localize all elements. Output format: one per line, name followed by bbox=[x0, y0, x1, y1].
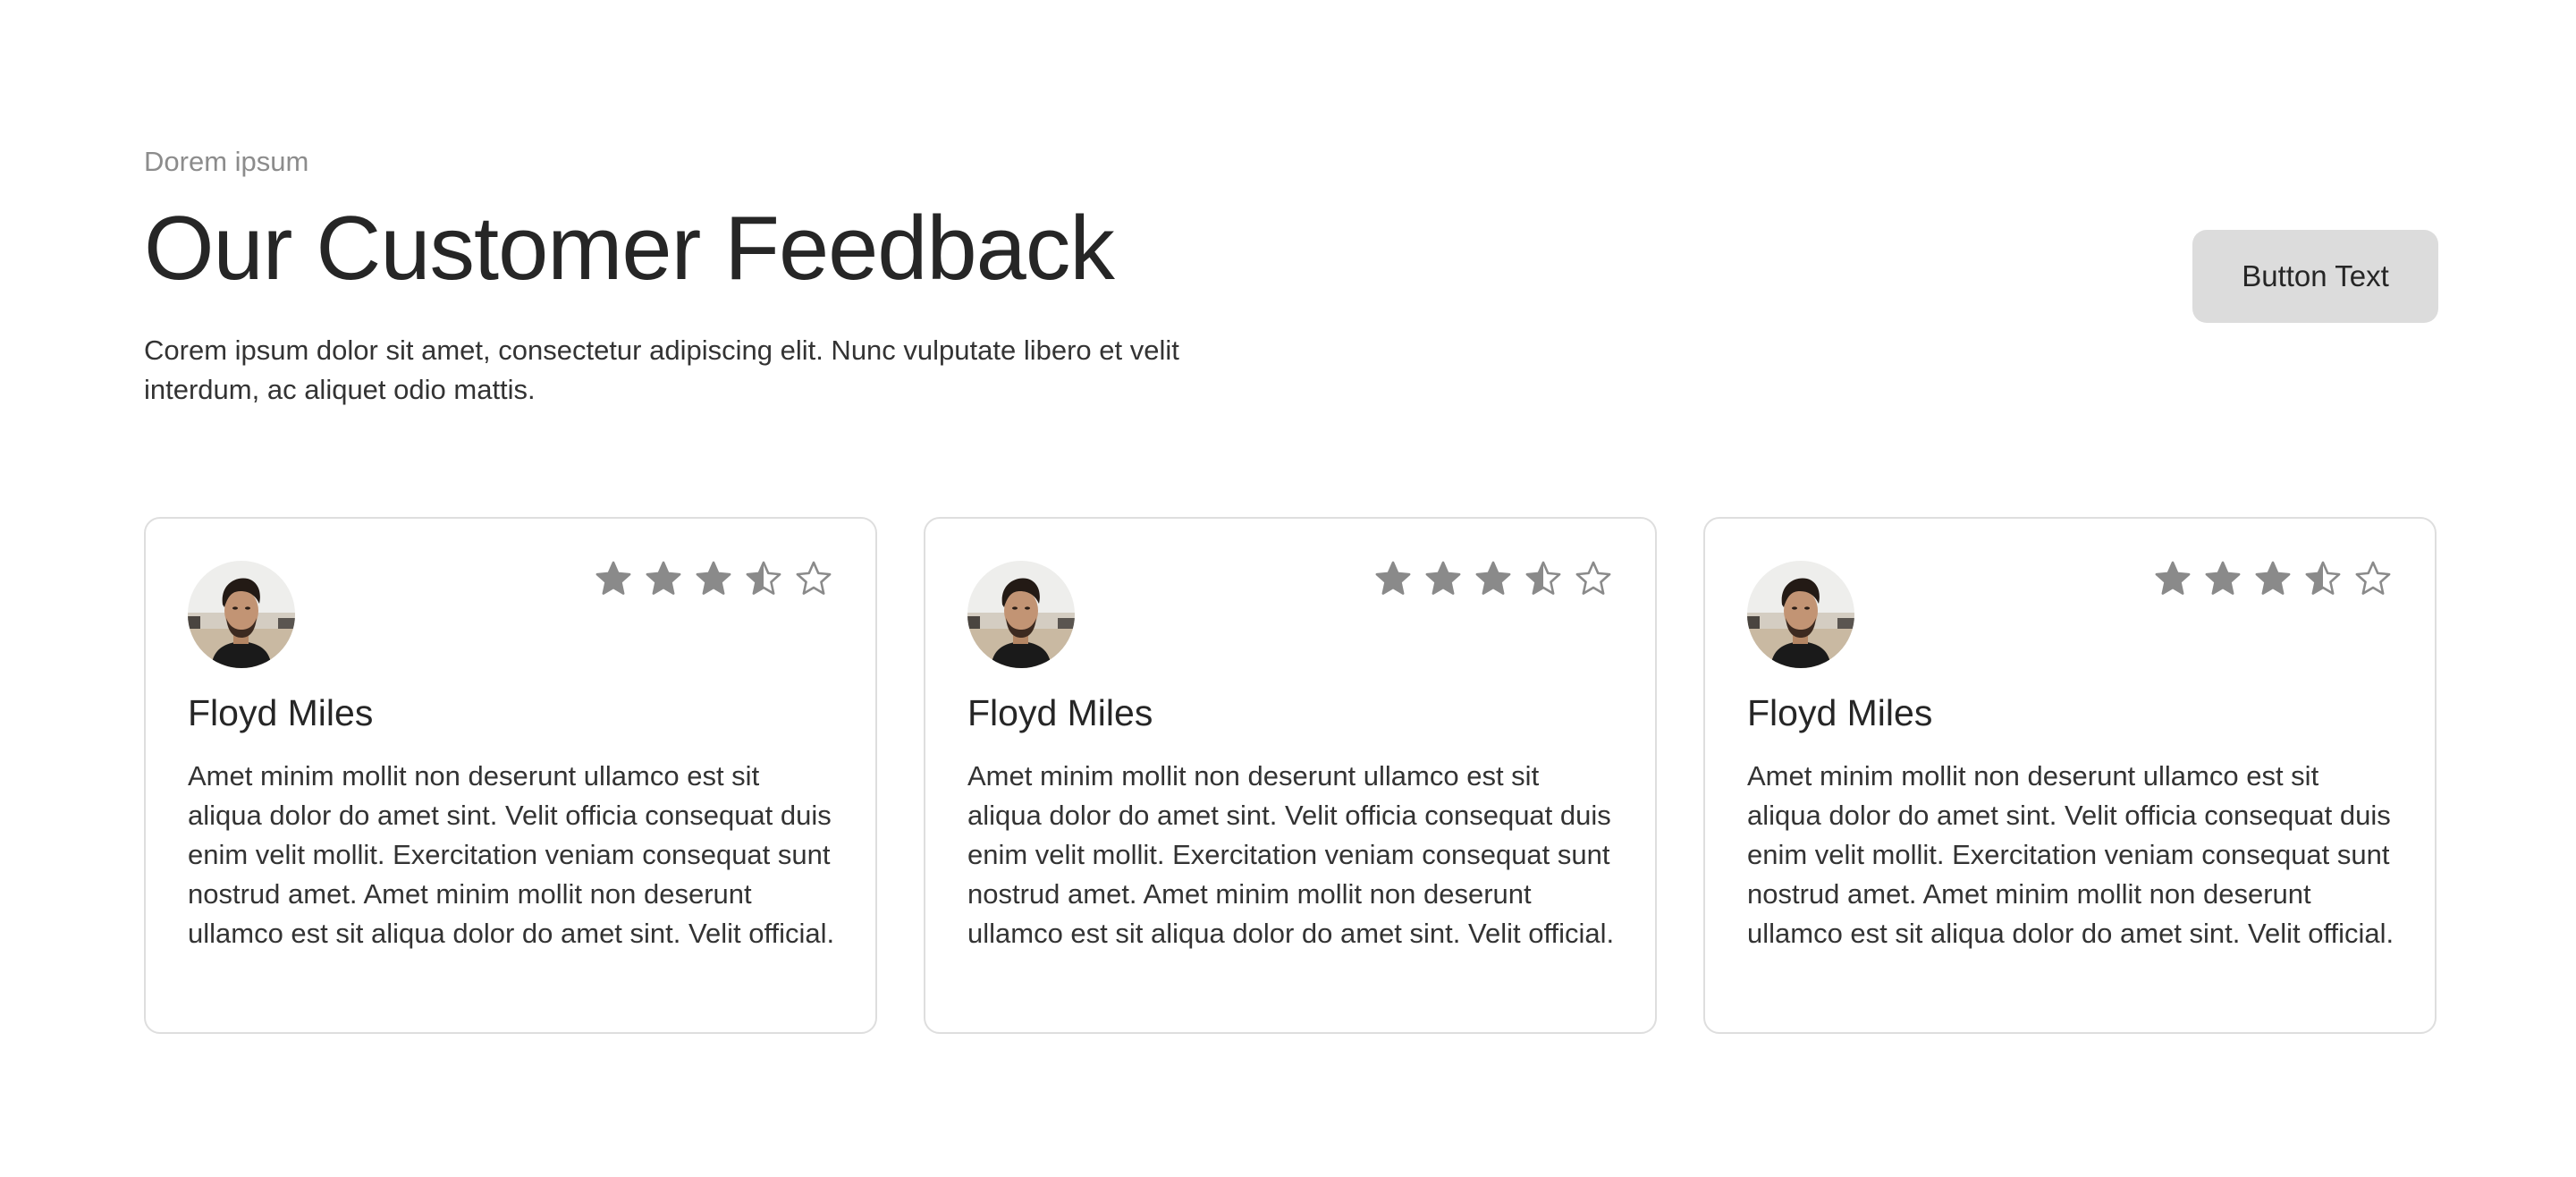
review-text: Amet minim mollit non deserunt ullamco e… bbox=[967, 760, 1615, 949]
star-full-icon bbox=[1375, 561, 1411, 595]
star-half-icon bbox=[1525, 561, 1561, 595]
star-full-icon bbox=[2205, 561, 2241, 595]
star-empty-icon bbox=[2355, 561, 2391, 595]
reviewer-name: Floyd Miles bbox=[967, 692, 1153, 733]
review-text: Amet minim mollit non deserunt ullamco e… bbox=[188, 760, 835, 949]
star-full-icon bbox=[595, 561, 631, 595]
star-empty-icon bbox=[1575, 561, 1611, 595]
section-eyebrow: Dorem ipsum bbox=[144, 146, 309, 177]
avatar bbox=[967, 561, 1075, 668]
cta-button[interactable]: Button Text bbox=[2192, 230, 2438, 323]
star-full-icon bbox=[1475, 561, 1511, 595]
section-subtitle: Corem ipsum dolor sit amet, consectetur … bbox=[144, 334, 1179, 405]
star-rating bbox=[2153, 560, 2393, 599]
page-title: Our Customer Feedback bbox=[144, 199, 1115, 299]
star-full-icon bbox=[696, 561, 731, 595]
avatar bbox=[188, 561, 295, 668]
star-full-icon bbox=[2255, 561, 2291, 595]
reviewer-name: Floyd Miles bbox=[1747, 692, 1933, 733]
reviewer-name: Floyd Miles bbox=[188, 692, 374, 733]
star-half-icon bbox=[746, 561, 781, 595]
avatar-photo-icon bbox=[967, 561, 1075, 668]
feedback-section: Dorem ipsum Our Customer Feedback Corem … bbox=[144, 0, 2438, 1177]
avatar-photo-icon bbox=[188, 561, 295, 668]
star-rating bbox=[594, 560, 833, 599]
star-full-icon bbox=[2155, 561, 2191, 595]
testimonial-card: Floyd Miles Amet minim mollit non deseru… bbox=[924, 517, 1657, 1034]
star-full-icon bbox=[646, 561, 681, 595]
avatar bbox=[1747, 561, 1854, 668]
star-half-icon bbox=[2305, 561, 2341, 595]
star-empty-icon bbox=[796, 561, 832, 595]
avatar-photo-icon bbox=[1747, 561, 1854, 668]
testimonial-card: Floyd Miles Amet minim mollit non deseru… bbox=[144, 517, 877, 1034]
testimonial-list: Floyd Miles Amet minim mollit non deseru… bbox=[144, 517, 2438, 1036]
testimonial-card: Floyd Miles Amet minim mollit non deseru… bbox=[1703, 517, 2437, 1034]
star-rating bbox=[1373, 560, 1613, 599]
star-full-icon bbox=[1425, 561, 1461, 595]
review-text: Amet minim mollit non deserunt ullamco e… bbox=[1747, 760, 2394, 949]
